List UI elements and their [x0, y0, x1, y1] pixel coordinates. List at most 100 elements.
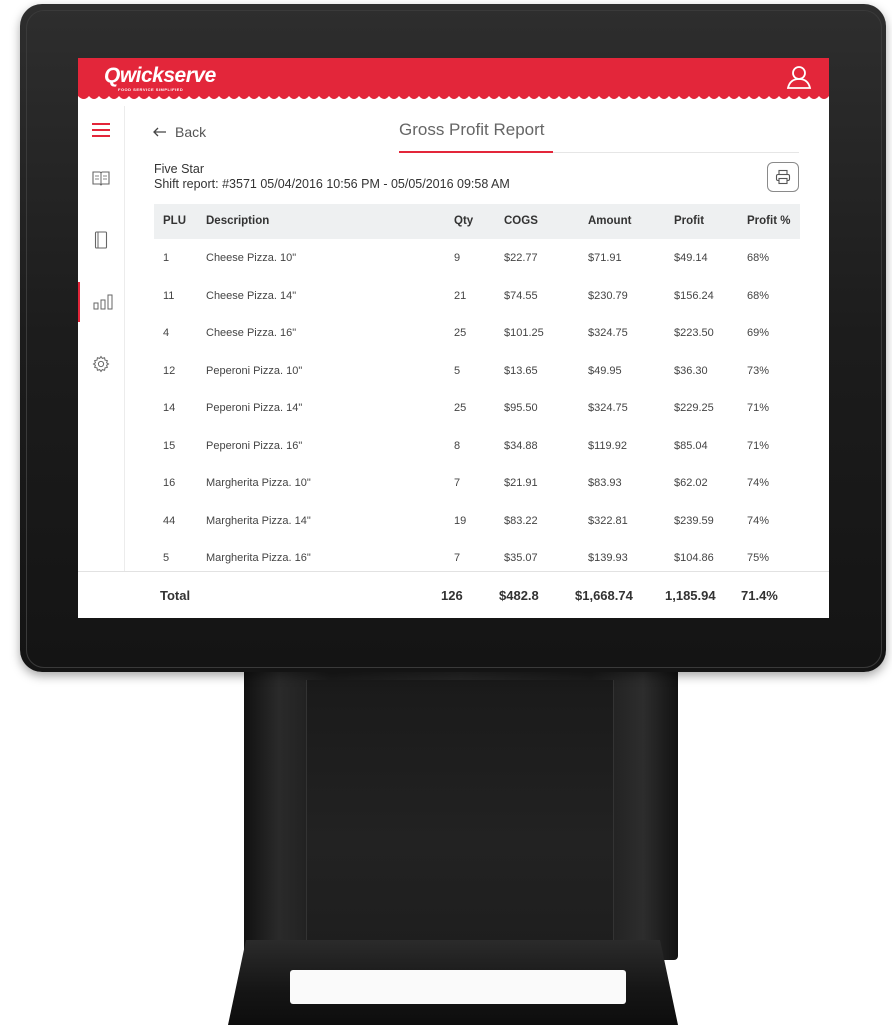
- back-button[interactable]: Back: [153, 124, 206, 140]
- cell-plu: 15: [163, 439, 176, 452]
- screen: Qwickserve FOOD SERVICE SIMPLIFIED Back …: [78, 58, 829, 618]
- sidebar-item-orders[interactable]: [78, 220, 124, 260]
- table-row[interactable]: 4 Cheese Pizza. 16" 25 $101.25 $324.75 $223.5…: [154, 314, 800, 352]
- cell-profit-pct: 71%: [747, 439, 770, 452]
- monitor-stand-slot: [290, 970, 626, 1004]
- notebook-icon: [94, 231, 108, 249]
- gear-icon: [92, 355, 110, 373]
- sidebar-item-reports[interactable]: [78, 282, 126, 322]
- total-row: Total 126 $482.8 $1,668.74 1,185.94 71.4…: [78, 571, 829, 618]
- cell-amount: $119.92: [588, 439, 627, 452]
- store-name: Five Star: [154, 162, 205, 176]
- printer-icon: [775, 169, 791, 185]
- cell-plu: 5: [163, 552, 170, 564]
- column-header-amount[interactable]: Amount: [588, 215, 631, 227]
- table-header: PLU Description Qty COGS Amount Profit P…: [154, 204, 800, 239]
- cell-plu: 1: [163, 252, 170, 264]
- cell-amount: $139.93: [588, 552, 628, 564]
- cell-profit-pct: 73%: [747, 364, 770, 377]
- cell-profit: $239.59: [674, 514, 714, 527]
- total-profit: 1,185.94: [665, 588, 716, 603]
- table-row[interactable]: 14 Peperoni Pizza. 14" 25 $95.50 $324.75 $229…: [154, 389, 800, 427]
- table-row[interactable]: 16 Margherita Pizza. 10" 7 $21.91 $83.93 $62.…: [154, 464, 800, 502]
- print-button[interactable]: [767, 162, 799, 192]
- cell-plu: 11: [163, 289, 175, 302]
- cell-qty: 19: [454, 514, 467, 527]
- column-header-qty[interactable]: Qty: [454, 215, 473, 227]
- cell-profit-pct: 71%: [747, 402, 770, 414]
- sidebar: [78, 106, 125, 572]
- total-qty: 126: [441, 588, 463, 603]
- cell-profit: $156.24: [674, 289, 714, 302]
- cell-description: Margherita Pizza. 10": [206, 477, 311, 489]
- back-label: Back: [175, 124, 207, 140]
- total-amount: $1,668.74: [575, 588, 633, 603]
- cell-profit-pct: 68%: [747, 252, 770, 264]
- cell-qty: 25: [454, 327, 467, 339]
- cell-cogs: $83.22: [504, 514, 538, 527]
- cell-amount: $71.91: [588, 252, 622, 264]
- cell-profit-pct: 68%: [747, 289, 770, 302]
- monitor-stand-panel: [306, 680, 614, 950]
- column-header-description[interactable]: Description: [206, 215, 269, 227]
- shift-info: Shift report: #3571 05/04/2016 10:56 PM …: [154, 177, 510, 191]
- top-bar-wave: [78, 94, 829, 99]
- column-header-profit[interactable]: Profit: [674, 215, 704, 227]
- column-header-cogs[interactable]: COGS: [504, 215, 538, 227]
- bar-chart-icon: [93, 294, 113, 310]
- cell-cogs: $22.77: [504, 252, 538, 264]
- cell-profit: $62.02: [674, 477, 708, 489]
- table-row[interactable]: 44 Margherita Pizza. 14" 19 $83.22 $322.81 $2…: [154, 502, 800, 540]
- cell-plu: 44: [163, 514, 176, 527]
- sidebar-item-menu[interactable]: [78, 158, 124, 198]
- cell-amount: $324.75: [588, 327, 628, 339]
- table-row[interactable]: 12 Peperoni Pizza. 10" 5 $13.65 $49.95 $36.30…: [154, 352, 800, 390]
- table-row[interactable]: 11 Cheese Pizza. 14" 21 $74.55 $230.79 $156.2…: [154, 277, 800, 315]
- cell-profit-pct: 74%: [747, 514, 770, 527]
- sidebar-item-settings[interactable]: [78, 344, 124, 384]
- profit-table: PLU Description Qty COGS Amount Profit P…: [154, 204, 800, 577]
- cell-amount: $322.81: [588, 514, 628, 527]
- report-info: Five Star Shift report: #3571 05/04/2016…: [154, 162, 510, 192]
- cell-qty: 21: [454, 289, 467, 302]
- cell-qty: 7: [454, 477, 461, 489]
- cell-amount: $324.75: [588, 402, 628, 414]
- cell-qty: 9: [454, 252, 461, 264]
- column-header-plu[interactable]: PLU: [163, 215, 186, 227]
- cell-amount: $230.79: [588, 289, 628, 302]
- cell-description: Cheese Pizza. 16": [206, 327, 297, 339]
- cell-description: Margherita Pizza. 14": [206, 514, 311, 527]
- total-cogs: $482.8: [499, 588, 539, 603]
- menu-book-icon: [92, 171, 110, 186]
- arrow-left-icon: [153, 127, 166, 137]
- table-row[interactable]: 15 Peperoni Pizza. 16" 8 $34.88 $119.92 $85.0…: [154, 427, 800, 465]
- hamburger-menu-icon: [92, 123, 110, 137]
- cell-cogs: $101.25: [504, 327, 544, 339]
- cell-description: Cheese Pizza. 10": [206, 252, 297, 264]
- cell-profit: $49.14: [674, 252, 708, 264]
- cell-cogs: $34.88: [504, 439, 538, 452]
- cell-description: Peperoni Pizza. 14": [206, 402, 303, 414]
- cell-cogs: $74.55: [504, 289, 538, 302]
- cell-qty: 7: [454, 552, 461, 564]
- cell-plu: 12: [163, 364, 176, 377]
- table-row[interactable]: 1 Cheese Pizza. 10" 9 $22.77 $71.91 $49.14 68%: [154, 239, 800, 277]
- column-header-profit-pct[interactable]: Profit %: [747, 215, 790, 227]
- cell-amount: $49.95: [588, 364, 622, 377]
- cell-profit: $229.25: [674, 402, 714, 414]
- report-content: Back Gross Profit Report Five Star Shift…: [125, 106, 829, 618]
- cell-cogs: $35.07: [504, 552, 538, 564]
- hamburger-menu-button[interactable]: [78, 110, 124, 150]
- cell-cogs: $21.91: [504, 477, 538, 489]
- cell-amount: $83.93: [588, 477, 622, 489]
- cell-plu: 16: [163, 477, 176, 489]
- cell-profit: $85.04: [674, 439, 708, 452]
- cell-cogs: $95.50: [504, 402, 538, 414]
- total-label: Total: [160, 588, 191, 603]
- cell-description: Cheese Pizza. 14": [206, 289, 297, 302]
- cell-plu: 14: [163, 402, 176, 414]
- cell-profit-pct: 75%: [747, 552, 770, 564]
- cell-profit-pct: 74%: [747, 477, 770, 489]
- cell-profit: $104.86: [674, 552, 714, 564]
- user-icon[interactable]: [786, 64, 812, 90]
